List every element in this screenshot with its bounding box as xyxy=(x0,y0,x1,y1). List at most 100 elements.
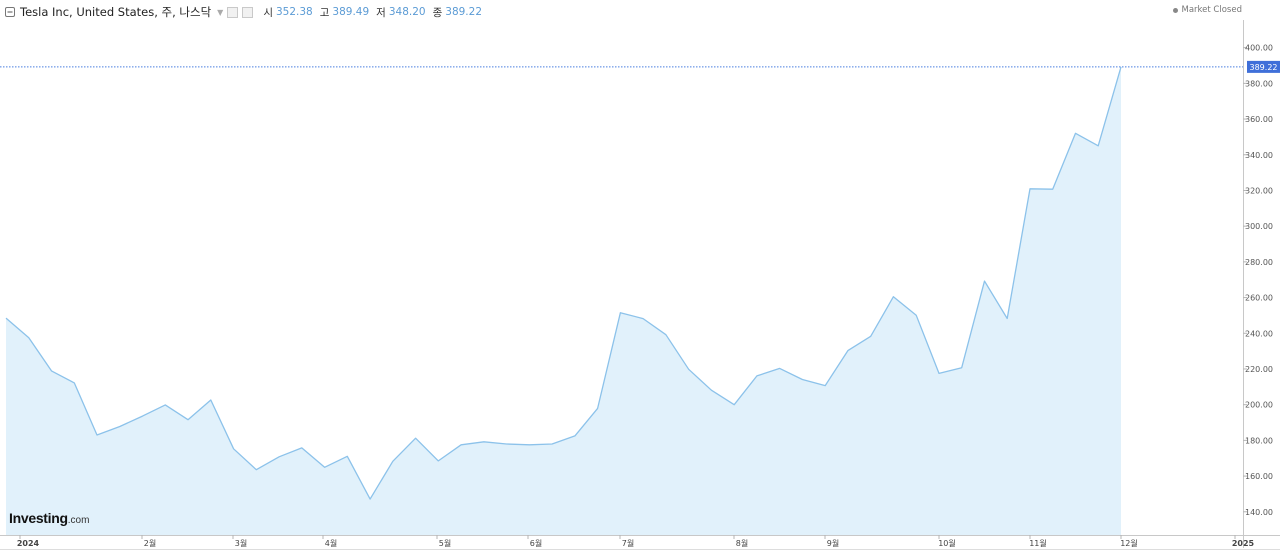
x-tick-label: 11월 xyxy=(1029,538,1047,548)
market-status-text: Market Closed xyxy=(1181,5,1242,15)
data-point xyxy=(141,415,143,417)
data-point xyxy=(164,404,166,406)
data-point xyxy=(96,434,98,436)
data-point xyxy=(1006,317,1008,319)
data-point xyxy=(505,443,507,445)
collapse-icon[interactable] xyxy=(4,7,15,18)
market-status: Market Closed xyxy=(1172,5,1242,15)
x-tick-label: 12월 xyxy=(1120,538,1138,548)
x-tick-label: 2025 xyxy=(1232,539,1255,548)
low-value: 348.20 xyxy=(388,6,426,18)
status-dot-icon xyxy=(1172,7,1178,13)
data-point xyxy=(50,370,52,372)
data-point xyxy=(73,382,75,384)
data-point xyxy=(278,456,280,458)
x-tick-label: 6월 xyxy=(530,538,542,548)
chevron-down-icon[interactable]: ▼ xyxy=(217,8,223,17)
y-tick-label: 260.00 xyxy=(1245,294,1273,303)
data-point xyxy=(392,460,394,462)
data-point xyxy=(323,466,325,468)
data-point xyxy=(232,448,234,450)
ohlc-values: 시 352.38 고 389.49 저 348.20 종 389.22 xyxy=(263,5,486,20)
y-tick-label: 340.00 xyxy=(1245,151,1273,160)
y-tick-label: 240.00 xyxy=(1245,329,1273,338)
settings-icon[interactable] xyxy=(227,6,239,18)
logo-sub: .com xyxy=(67,515,90,526)
data-point xyxy=(574,435,576,437)
data-point xyxy=(460,444,462,446)
open-value: 352.38 xyxy=(276,6,313,18)
data-point xyxy=(255,469,257,471)
data-point xyxy=(483,441,485,443)
y-tick-label: 140.00 xyxy=(1245,508,1273,517)
x-tick-label: 7월 xyxy=(622,538,634,548)
data-point xyxy=(301,447,303,449)
data-point xyxy=(847,349,849,351)
x-tick-label: 4월 xyxy=(325,538,337,548)
data-point xyxy=(1097,145,1099,147)
y-tick-label: 280.00 xyxy=(1245,258,1273,267)
last-price-label: 389.22 xyxy=(1250,63,1278,72)
data-point xyxy=(528,444,530,446)
open-label: 시 xyxy=(263,6,273,19)
data-point xyxy=(1029,188,1031,190)
data-point xyxy=(210,399,212,401)
logo-main: Investing xyxy=(9,510,68,526)
data-point xyxy=(756,375,758,377)
low-label: 저 xyxy=(376,6,386,19)
data-point xyxy=(414,437,416,439)
chart: 140.00 160.00 180.00 200.00 220.00 240.00 260.… xyxy=(0,0,1280,551)
data-point xyxy=(779,367,781,369)
data-point xyxy=(870,335,872,337)
instrument-title[interactable]: Tesla Inc, United States, 주, 나스닥 xyxy=(20,4,211,20)
data-point xyxy=(28,337,30,339)
high-value: 389.49 xyxy=(332,6,370,18)
data-point xyxy=(801,378,803,380)
data-point xyxy=(824,384,826,386)
series-area-fill xyxy=(6,66,1121,536)
data-point xyxy=(551,443,553,445)
data-point xyxy=(1052,188,1054,190)
data-point xyxy=(1074,132,1076,134)
close-icon[interactable] xyxy=(242,6,254,18)
investing-logo: Investing.com xyxy=(9,510,89,528)
chart-header: Tesla Inc, United States, 주, 나스닥 ▼ 시 352… xyxy=(4,3,486,21)
x-tick-label: 3월 xyxy=(235,538,247,548)
y-tick-label: 360.00 xyxy=(1245,115,1273,124)
data-point xyxy=(710,389,712,391)
data-point xyxy=(688,368,690,370)
data-point xyxy=(915,314,917,316)
x-tick-label: 2월 xyxy=(144,538,156,548)
data-point xyxy=(187,419,189,421)
close-label: 종 xyxy=(432,6,443,19)
y-tick-label: 320.00 xyxy=(1245,186,1273,195)
data-point xyxy=(437,460,439,462)
y-tick-label: 220.00 xyxy=(1245,365,1273,374)
data-point xyxy=(642,317,644,319)
chart-svg: 140.00 160.00 180.00 200.00 220.00 240.00 260.… xyxy=(0,20,1280,550)
x-tick-label: 2024 xyxy=(17,539,40,548)
data-point xyxy=(619,312,621,314)
data-point xyxy=(983,280,985,282)
data-point xyxy=(596,407,598,409)
high-label: 고 xyxy=(319,6,330,19)
y-tick-label: 160.00 xyxy=(1245,472,1273,481)
x-tick-label: 5월 xyxy=(439,538,451,548)
close-value: 389.22 xyxy=(445,6,483,18)
data-point xyxy=(346,455,348,457)
data-point xyxy=(938,372,940,374)
data-point xyxy=(961,367,963,369)
x-tick-label: 8월 xyxy=(736,538,748,548)
data-point xyxy=(369,498,371,500)
data-point xyxy=(119,425,121,427)
y-tick-label: 200.00 xyxy=(1245,401,1273,410)
y-tick-label: 400.00 xyxy=(1245,44,1273,53)
x-tick-label: 10월 xyxy=(938,538,956,548)
y-tick-label: 380.00 xyxy=(1245,79,1273,88)
data-point xyxy=(892,296,894,298)
data-point xyxy=(733,404,735,406)
data-point xyxy=(5,317,7,319)
y-tick-label: 180.00 xyxy=(1245,436,1273,445)
x-tick-label: 9월 xyxy=(827,538,839,548)
data-point xyxy=(665,334,667,336)
